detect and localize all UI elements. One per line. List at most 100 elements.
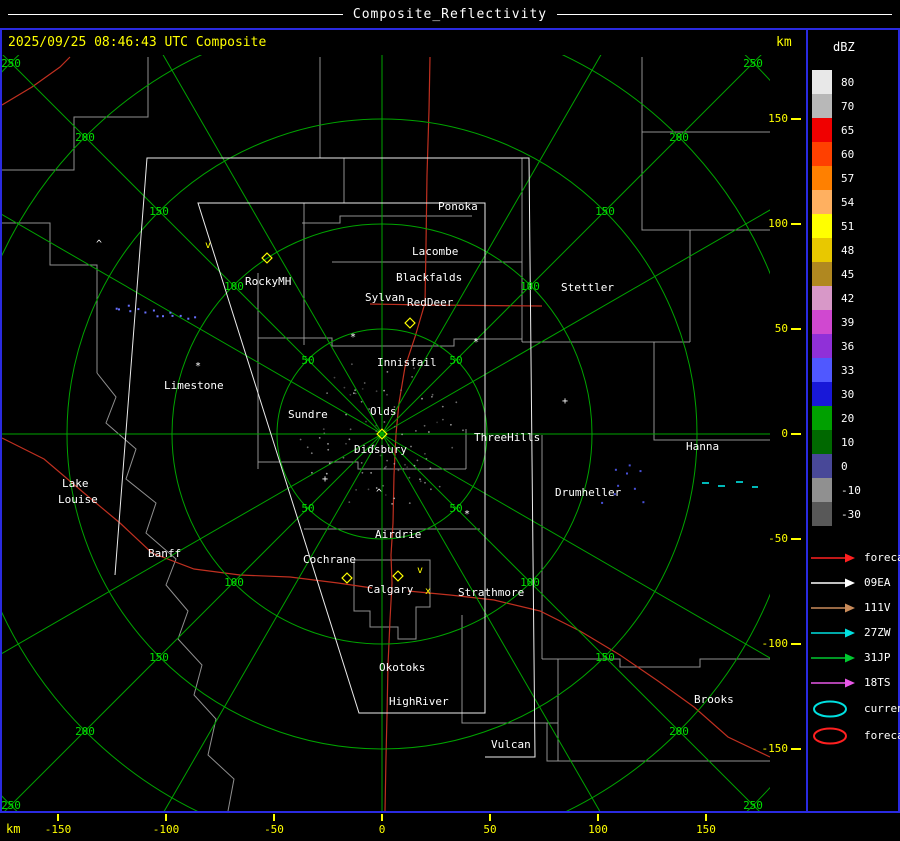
colorbar-value: 70 bbox=[841, 99, 855, 113]
clutter-dot bbox=[424, 481, 426, 484]
echo-speckle bbox=[601, 501, 604, 504]
echo-speckle bbox=[642, 501, 645, 504]
frame-line-top bbox=[0, 28, 900, 30]
colorbar-swatch bbox=[812, 190, 832, 214]
colorbar-value: 51 bbox=[841, 219, 855, 233]
track-arrow-icon bbox=[811, 603, 855, 612]
clutter-dot bbox=[397, 469, 400, 472]
range-label: 150 bbox=[149, 651, 169, 664]
right-axis-tick bbox=[791, 328, 801, 330]
bottom-axis-label: -50 bbox=[264, 823, 284, 836]
city-label: RedDeer bbox=[407, 296, 454, 309]
colorbar-entry: 60 bbox=[812, 142, 861, 166]
city-label: Blackfalds bbox=[396, 271, 462, 284]
clutter-dot bbox=[386, 371, 389, 373]
clutter-dot bbox=[322, 428, 325, 430]
city-label: HighRiver bbox=[389, 695, 449, 708]
map-glyph: * bbox=[464, 509, 470, 520]
right-axis-tick bbox=[791, 538, 801, 540]
clutter-dot bbox=[415, 430, 417, 432]
bottom-axis-tick bbox=[597, 814, 599, 821]
colorbar-entry: 20 bbox=[812, 406, 861, 430]
cell-ellipse-icon bbox=[813, 700, 847, 717]
bottom-axis-unit: km bbox=[6, 822, 21, 836]
city-label: RockyMH bbox=[245, 275, 291, 288]
clutter-dot bbox=[442, 418, 444, 421]
colorbar-value: 42 bbox=[841, 291, 855, 305]
map-glyph: + bbox=[562, 396, 568, 407]
range-label: 200 bbox=[669, 725, 689, 738]
colorbar-entry: 33 bbox=[812, 358, 861, 382]
legend-row: 09EA bbox=[810, 570, 900, 595]
right-axis-label: -150 bbox=[761, 742, 789, 755]
right-axis-unit: km bbox=[776, 35, 792, 50]
colorbar-swatch bbox=[812, 94, 832, 118]
colorbar-swatch bbox=[812, 430, 832, 454]
colorbar-value: -10 bbox=[841, 483, 861, 497]
colorbar-swatch bbox=[812, 70, 832, 94]
clutter-dot bbox=[375, 430, 378, 433]
colorbar-entry: -30 bbox=[812, 502, 861, 526]
range-label: 100 bbox=[224, 280, 244, 293]
range-label: 250 bbox=[2, 799, 21, 811]
map-glyph: * bbox=[350, 332, 356, 343]
city-label: Strathmore bbox=[458, 586, 524, 599]
echo-speckle bbox=[633, 487, 636, 490]
legend-row: 18TS bbox=[810, 670, 900, 695]
colorbar-entry: 80 bbox=[812, 70, 861, 94]
clutter-dot bbox=[349, 428, 352, 431]
range-label: 50 bbox=[449, 354, 462, 367]
radar-app-window: Composite_Reflectivity 2025/09/25 08:46:… bbox=[0, 0, 900, 841]
clutter-dot bbox=[370, 472, 372, 474]
colorbar-entry: 48 bbox=[812, 238, 861, 262]
colorbar-value: 30 bbox=[841, 387, 855, 401]
colorbar-swatch bbox=[812, 286, 832, 310]
clutter-dot bbox=[450, 423, 452, 426]
range-label: 200 bbox=[75, 725, 95, 738]
colorbar-value: 33 bbox=[841, 363, 855, 377]
echo-speckle bbox=[187, 317, 190, 320]
colorbar-entry: 39 bbox=[812, 310, 861, 334]
clutter-dot bbox=[393, 425, 396, 428]
clutter-dot bbox=[349, 393, 352, 396]
colorbar-value: 57 bbox=[841, 171, 855, 185]
city-label: Ponoka bbox=[438, 200, 478, 213]
echo-speckle bbox=[144, 311, 147, 314]
colorbar-value: 36 bbox=[841, 339, 855, 353]
clutter-dot bbox=[348, 438, 351, 441]
track-arrow-icon bbox=[811, 678, 855, 687]
azimuth-line-315 bbox=[2, 55, 383, 435]
city-label: Airdrie bbox=[375, 528, 421, 541]
colorbar-entry: 45 bbox=[812, 262, 861, 286]
echo-speckle bbox=[115, 307, 118, 310]
site-markers: ^** *++^*vvx bbox=[96, 239, 568, 597]
radar-site-marker bbox=[404, 317, 416, 329]
city-label: Brooks bbox=[694, 693, 734, 706]
clutter-dot bbox=[402, 468, 405, 470]
colorbar-swatch bbox=[812, 454, 832, 478]
clutter-dot bbox=[413, 464, 416, 467]
clutter-dot bbox=[363, 382, 366, 384]
city-label: Hanna bbox=[686, 440, 719, 453]
city-label: Banff bbox=[148, 547, 181, 560]
city-label: ThreeHills bbox=[474, 431, 540, 444]
map-glyph: * bbox=[473, 337, 479, 348]
colorbar-entry: 57 bbox=[812, 166, 861, 190]
range-label: 150 bbox=[149, 205, 169, 218]
colorbar-swatch bbox=[812, 502, 832, 526]
bottom-axis-tick bbox=[273, 814, 275, 821]
clutter-dot bbox=[419, 480, 422, 483]
right-axis-tick bbox=[791, 748, 801, 750]
right-axis-label: 150 bbox=[768, 112, 788, 125]
colorbar-value: 0 bbox=[841, 459, 848, 473]
colorbar-entry: 42 bbox=[812, 286, 861, 310]
range-label: 200 bbox=[669, 131, 689, 144]
echo-speckle bbox=[639, 470, 642, 473]
echo-speckle bbox=[118, 308, 120, 311]
clutter-dot bbox=[455, 401, 458, 404]
legend-label: 27ZW bbox=[864, 626, 891, 639]
clutter-dot bbox=[361, 471, 364, 474]
clutter-dot bbox=[328, 462, 331, 465]
clutter-dot bbox=[423, 424, 426, 427]
colorbar-entry: 30 bbox=[812, 382, 861, 406]
